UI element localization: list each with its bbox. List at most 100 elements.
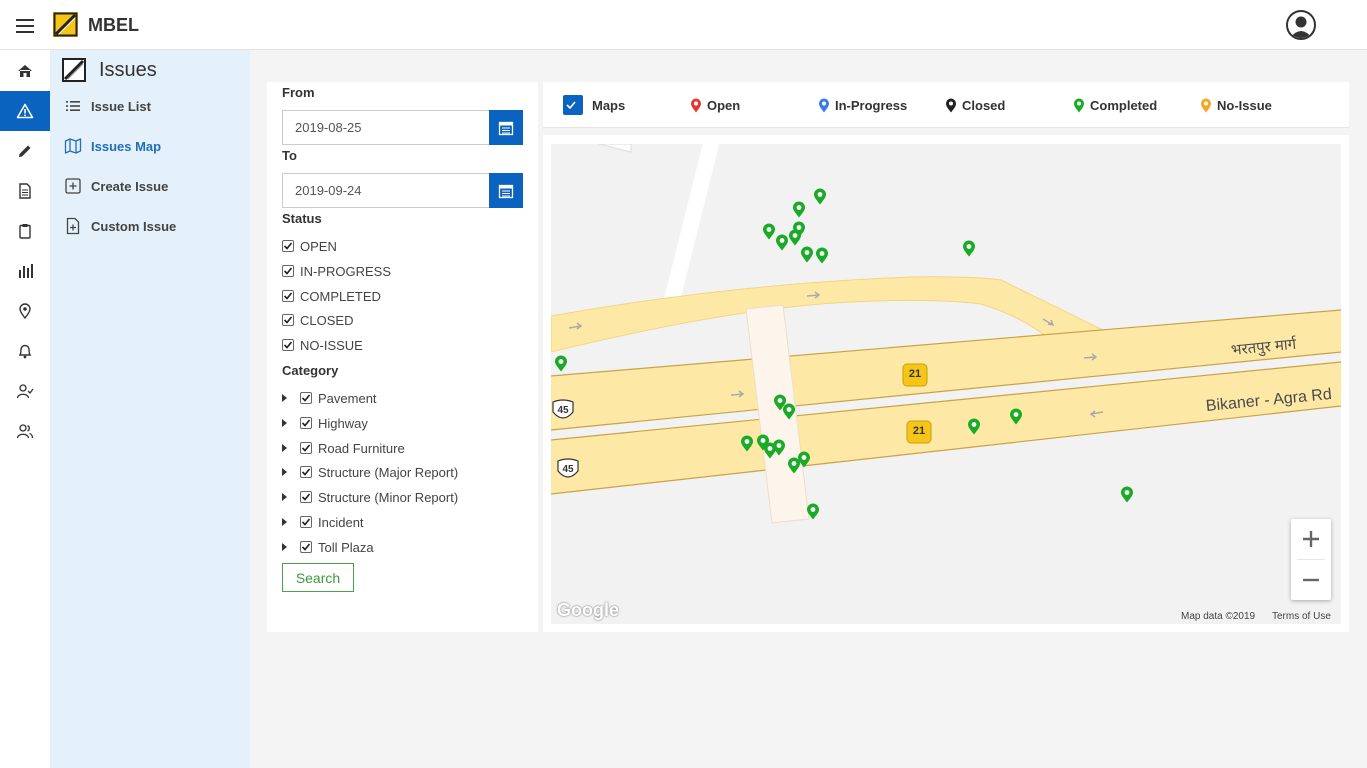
checkbox-checked-icon[interactable] [300,442,312,454]
map-marker-completed-icon[interactable] [554,355,568,372]
checkbox-checked-icon[interactable] [300,417,312,429]
maps-checkbox-checked-icon[interactable] [563,95,583,115]
category-row-road-furniture[interactable]: Road Furniture [282,440,405,456]
map-marker-completed-icon[interactable] [962,240,976,257]
route-shield-45-label: 45 [562,464,574,475]
checkbox-checked-icon[interactable] [300,541,312,553]
rail-location[interactable] [0,291,50,331]
legend-open: Open [690,82,740,128]
map-marker-black-icon [946,98,956,112]
subnav-item-custom-issue[interactable]: Custom Issue [64,215,176,237]
from-calendar-button[interactable] [489,110,523,145]
route-shield-21-label: 21 [908,368,922,380]
bell-icon [18,344,32,359]
map-attribution: Map data ©2019 [1181,611,1256,622]
subnav-item-label: Custom Issue [91,218,177,234]
map-marker-completed-icon[interactable] [788,229,802,246]
map-marker-orange-icon [1201,98,1211,112]
map-marker-completed-icon[interactable] [792,201,806,218]
status-checkbox-completed[interactable]: COMPLETED [282,288,381,304]
legend-closed: Closed [945,82,1005,128]
checkbox-checked-icon[interactable] [300,392,312,404]
subnav-header: Issues [62,58,157,82]
map-marker-completed-icon[interactable] [813,188,827,205]
map-marker-completed-icon[interactable] [800,246,814,263]
checkbox-checked-icon[interactable] [300,466,312,478]
zoom-in-button[interactable] [1291,519,1331,559]
map-marker-blue-icon [819,98,829,112]
expand-caret-icon[interactable] [282,468,287,476]
checkbox-checked-icon [282,290,294,302]
status-checkbox-no-issue[interactable]: NO-ISSUE [282,337,363,353]
plus-icon [1303,531,1319,547]
clipboard-icon [19,224,31,239]
map-panel: 21 21 45 45 भरतपुर मार्ग Bikaner - Agra … [543,135,1349,632]
from-date-input[interactable]: 2019-08-25 [282,110,489,145]
zoom-out-button[interactable] [1291,560,1331,600]
user-avatar-icon[interactable] [1286,10,1316,40]
rail-user-approval[interactable] [0,371,50,411]
rail-edit[interactable] [0,131,50,171]
category-row-incident[interactable]: Incident [282,514,364,530]
category-row-highway[interactable]: Highway [282,415,368,431]
subnav-item-create-issue[interactable]: Create Issue [64,175,168,197]
expand-caret-icon[interactable] [282,493,287,501]
google-logo: Google [557,600,619,620]
map-legend: Maps Open In-Progress Closed Completed N… [543,82,1349,128]
route-shield-45-label: 45 [557,405,569,416]
map-marker-completed-icon[interactable] [967,418,981,435]
category-row-toll-plaza[interactable]: Toll Plaza [282,539,374,555]
zoom-control [1291,519,1331,600]
checkbox-checked-icon[interactable] [300,491,312,503]
status-checkbox-open[interactable]: OPEN [282,238,337,254]
map-marker-completed-icon[interactable] [815,247,829,264]
expand-caret-icon[interactable] [282,518,287,526]
legend-completed: Completed [1073,82,1157,128]
terms-of-use-link[interactable]: Terms of Use [1272,611,1331,622]
rail-documents[interactable] [0,171,50,211]
rail-users[interactable] [0,411,50,451]
subnav-item-issues-map[interactable]: Issues Map [64,135,161,157]
search-button[interactable]: Search [282,563,354,592]
map-marker-completed-icon[interactable] [1120,486,1134,503]
hamburger-menu-icon[interactable] [16,19,34,33]
map-marker-green-icon [1074,98,1084,112]
category-row-structure-major[interactable]: Structure (Major Report) [282,464,458,480]
expand-caret-icon[interactable] [282,444,287,452]
map-marker-completed-icon[interactable] [806,503,820,520]
rail-issues[interactable] [0,91,50,131]
status-label: Status [282,211,322,226]
issues-subnav: Issues Issue List Issues Map Create Issu… [50,50,250,768]
map-marker-completed-icon[interactable] [772,439,786,456]
category-row-pavement[interactable]: Pavement [282,390,377,406]
legend-maps-toggle[interactable]: Maps [563,82,625,128]
home-icon [18,65,32,77]
map-marker-completed-icon[interactable] [762,223,776,240]
status-checkbox-closed[interactable]: CLOSED [282,312,353,328]
map-marker-completed-icon[interactable] [1009,408,1023,425]
issues-map[interactable]: 21 21 45 45 भरतपुर मार्ग Bikaner - Agra … [551,144,1341,624]
to-label: To [282,148,297,163]
to-date-input[interactable]: 2019-09-24 [282,173,489,208]
map-marker-completed-icon[interactable] [740,435,754,452]
category-row-structure-minor[interactable]: Structure (Minor Report) [282,489,458,505]
to-calendar-button[interactable] [489,173,523,208]
rail-home[interactable] [0,51,50,91]
rail-notifications[interactable] [0,331,50,371]
map-marker-completed-icon[interactable] [782,403,796,420]
map-marker-completed-icon[interactable] [775,234,789,251]
expand-caret-icon[interactable] [282,543,287,551]
map-marker-red-icon [691,98,701,112]
expand-caret-icon[interactable] [282,394,287,402]
subnav-item-issue-list[interactable]: Issue List [64,95,151,117]
rail-reports[interactable] [0,251,50,291]
route-shield-21-label: 21 [912,425,926,437]
checkbox-checked-icon[interactable] [300,516,312,528]
bar-chart-icon [19,264,33,278]
map-marker-completed-icon[interactable] [797,451,811,468]
rail-clipboard[interactable] [0,211,50,251]
expand-caret-icon[interactable] [282,419,287,427]
status-checkbox-in-progress[interactable]: IN-PROGRESS [282,263,391,279]
map-canvas[interactable] [551,144,1341,624]
app-title: MBEL [88,15,139,35]
